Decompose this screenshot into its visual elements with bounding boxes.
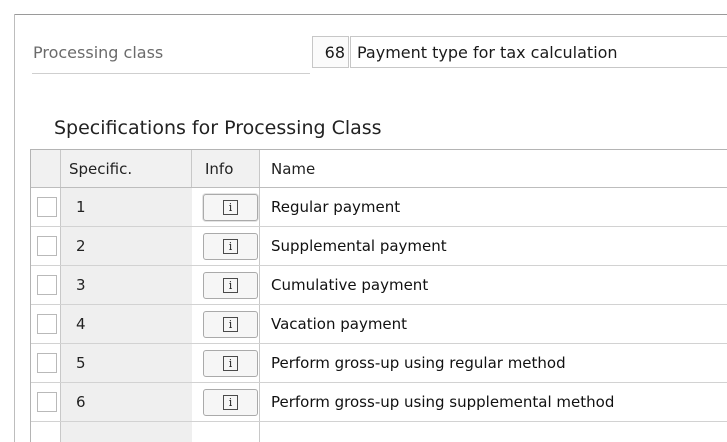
info-icon: i [223, 239, 238, 254]
row-name-value: Perform gross-up using supplemental meth… [271, 393, 615, 411]
processing-class-label-underline [32, 73, 310, 74]
row-name-value: Cumulative payment [271, 276, 429, 294]
row-select-checkbox[interactable] [37, 197, 57, 217]
specifications-table: Specific. Info Name 1 i Regular payment … [30, 149, 727, 442]
info-icon: i [223, 317, 238, 332]
row-specific-value: 2 [76, 237, 86, 255]
row-specific-value: 4 [76, 315, 86, 333]
processing-class-description: Payment type for tax calculation [357, 43, 618, 62]
spec-cell-background [61, 422, 192, 442]
column-header-info[interactable]: Info [205, 160, 233, 178]
info-icon: i [223, 200, 238, 215]
row-specific-value: 3 [76, 276, 86, 294]
info-icon: i [223, 278, 238, 293]
column-divider [259, 150, 260, 442]
row-select-checkbox[interactable] [37, 236, 57, 256]
info-button[interactable]: i [203, 350, 258, 377]
frame-left-border [14, 14, 15, 442]
row-name-value: Vacation payment [271, 315, 408, 333]
column-header-specific[interactable]: Specific. [69, 160, 132, 178]
row-specific-value: 6 [76, 393, 86, 411]
row-select-checkbox[interactable] [37, 314, 57, 334]
row-select-checkbox[interactable] [37, 275, 57, 295]
row-specific-value: 1 [76, 198, 86, 216]
column-header-name[interactable]: Name [271, 160, 315, 178]
frame-top-border [14, 14, 727, 15]
row-name-value: Regular payment [271, 198, 401, 216]
row-name-value: Perform gross-up using regular method [271, 354, 566, 372]
info-icon: i [223, 356, 238, 371]
row-select-checkbox[interactable] [37, 353, 57, 373]
info-button[interactable]: i [203, 311, 258, 338]
row-specific-value: 5 [76, 354, 86, 372]
row-select-checkbox[interactable] [37, 392, 57, 412]
row-name-value: Supplemental payment [271, 237, 447, 255]
info-button[interactable]: i [203, 272, 258, 299]
info-icon: i [223, 395, 238, 410]
info-button[interactable]: i [203, 389, 258, 416]
processing-class-label: Processing class [33, 43, 164, 62]
section-title: Specifications for Processing Class [54, 117, 382, 139]
info-button[interactable]: i [203, 233, 258, 260]
info-button[interactable]: i [203, 194, 258, 221]
processing-class-code-value: 68 [324, 43, 345, 62]
